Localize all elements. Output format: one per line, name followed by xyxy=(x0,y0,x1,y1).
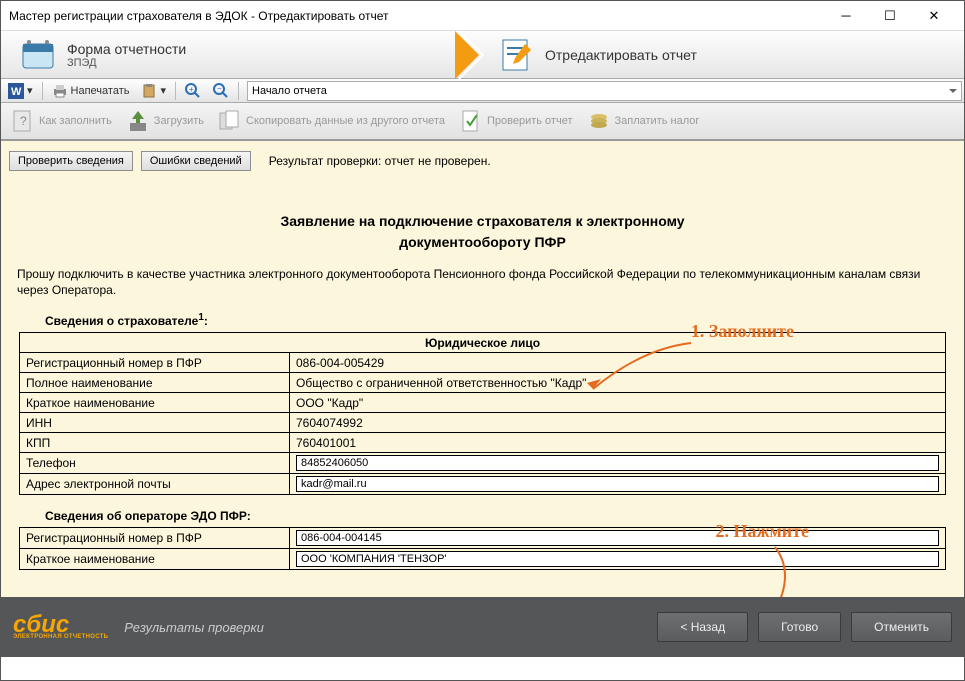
done-button[interactable]: Готово xyxy=(758,612,841,642)
step2-title: Отредактировать отчет xyxy=(545,47,697,63)
edit-document-icon xyxy=(497,36,535,74)
section-nav-dropdown[interactable]: Начало отчета xyxy=(247,81,962,101)
pay-tax-button[interactable]: Заплатить налог xyxy=(581,105,706,137)
minimize-button[interactable]: ─ xyxy=(824,1,868,30)
copy-docs-icon xyxy=(218,109,242,133)
table-row: Регистрационный номер в ПФР086-004-00542… xyxy=(20,353,946,373)
report-content: Проверить сведения Ошибки сведений Резул… xyxy=(1,141,964,597)
step-edit-report[interactable]: Отредактировать отчет xyxy=(479,31,964,78)
section-insurer-title: Сведения о страхователе1: xyxy=(45,312,948,328)
maximize-button[interactable]: ☐ xyxy=(868,1,912,30)
coins-icon xyxy=(587,109,611,133)
footer-results-label: Результаты проверки xyxy=(124,620,647,635)
svg-text:?: ? xyxy=(20,114,27,128)
magnifier-minus-icon: − xyxy=(213,83,229,99)
table-row: Краткое наименование xyxy=(20,549,946,570)
print-button[interactable]: Напечатать xyxy=(47,81,135,101)
toolbar-secondary: ?Как заполнить Загрузить Скопировать дан… xyxy=(1,103,964,141)
operator-shortname-input[interactable] xyxy=(296,551,939,567)
check-result-text: Результат проверки: отчет не проверен. xyxy=(269,154,491,168)
zoom-in-button[interactable]: + xyxy=(180,81,206,101)
copy-from-other-button[interactable]: Скопировать данные из другого отчета xyxy=(212,105,451,137)
data-errors-button[interactable]: Ошибки сведений xyxy=(141,151,251,171)
word-export-button[interactable]: W▾ xyxy=(3,81,38,101)
window-title: Мастер регистрации страхователя в ЭДОК -… xyxy=(9,9,824,23)
svg-text:−: − xyxy=(217,84,222,93)
toolbar-primary: W▾ Напечатать ▾ + − Начало отчета xyxy=(1,79,964,103)
calendar-form-icon xyxy=(19,36,57,74)
clipboard-button[interactable]: ▾ xyxy=(136,81,171,101)
footer: сбис ЭЛЕКТРОННАЯ ОТЧЕТНОСТЬ Результаты п… xyxy=(1,597,964,657)
step1-subtitle: ЗПЭД xyxy=(67,57,186,69)
step1-title: Форма отчетности xyxy=(67,41,186,57)
back-button[interactable]: < Назад xyxy=(657,612,748,642)
zoom-out-button[interactable]: − xyxy=(208,81,234,101)
sbis-logo: сбис ЭЛЕКТРОННАЯ ОТЧЕТНОСТЬ xyxy=(13,614,108,641)
clipboard-icon xyxy=(141,83,157,99)
table-row: Телефон xyxy=(20,453,946,474)
wizard-steps: Форма отчетности ЗПЭД Отредактировать от… xyxy=(1,31,964,79)
table-row: Адрес электронной почты xyxy=(20,474,946,495)
intro-paragraph: Прошу подключить в качестве участника эл… xyxy=(17,267,948,298)
magnifier-plus-icon: + xyxy=(185,83,201,99)
table-row: КПП760401001 xyxy=(20,433,946,453)
table-row: ИНН7604074992 xyxy=(20,413,946,433)
load-button[interactable]: Загрузить xyxy=(120,105,210,137)
chevron-down-icon: ▾ xyxy=(27,84,33,97)
table-row: Полное наименованиеОбщество с ограниченн… xyxy=(20,373,946,393)
svg-text:W: W xyxy=(11,86,22,98)
word-icon: W xyxy=(8,83,24,99)
cancel-button[interactable]: Отменить xyxy=(851,612,952,642)
help-doc-icon: ? xyxy=(11,109,35,133)
close-button[interactable]: ✕ xyxy=(912,1,956,30)
table-row: Регистрационный номер в ПФР xyxy=(20,528,946,549)
chevron-down-icon: ▾ xyxy=(160,84,166,97)
check-data-button[interactable]: Проверить сведения xyxy=(9,151,133,171)
upload-icon xyxy=(126,109,150,133)
check-report-button[interactable]: Проверить отчет xyxy=(453,105,579,137)
step-form-type[interactable]: Форма отчетности ЗПЭД xyxy=(1,31,479,78)
operator-table: Регистрационный номер в ПФР Краткое наим… xyxy=(19,527,946,570)
insurer-table: Юридическое лицо Регистрационный номер в… xyxy=(19,332,946,495)
phone-input[interactable] xyxy=(296,455,939,471)
document-title: Заявление на подключение страхователя к … xyxy=(9,211,956,253)
email-input[interactable] xyxy=(296,476,939,492)
check-doc-icon xyxy=(459,109,483,133)
titlebar: Мастер регистрации страхователя в ЭДОК -… xyxy=(1,1,964,31)
howto-button[interactable]: ?Как заполнить xyxy=(5,105,118,137)
operator-regnum-input[interactable] xyxy=(296,530,939,546)
table-row: Краткое наименованиеООО "Кадр" xyxy=(20,393,946,413)
svg-text:+: + xyxy=(189,85,194,94)
section-operator-title: Сведения об операторе ЭДО ПФР: xyxy=(45,509,948,523)
printer-icon xyxy=(52,83,68,99)
legal-entity-header: Юридическое лицо xyxy=(20,333,946,353)
